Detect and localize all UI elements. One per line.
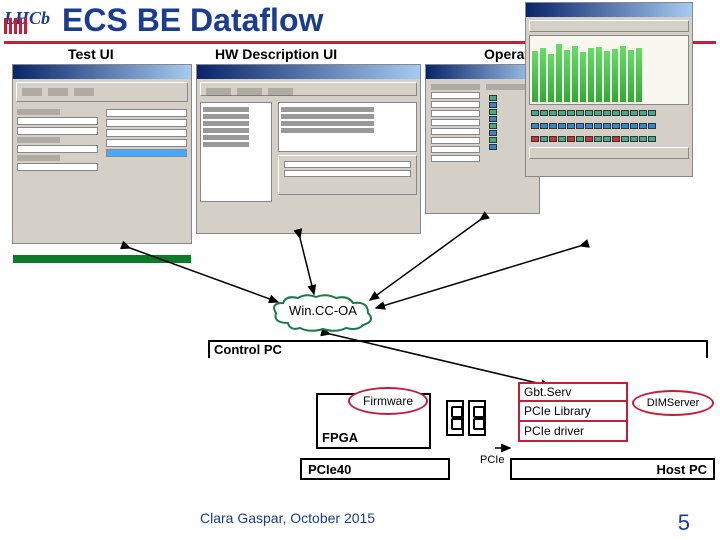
operation-ui-screenshot-2 [525,2,693,177]
cloud-label: Win.CC-OA [268,303,378,318]
control-pc-box: Control PC [208,340,708,358]
page-number: 5 [678,510,690,536]
hw-ui-label: HW Description UI [215,46,337,62]
host-pc-box: Host PC [510,458,715,480]
slide-title: ECS BE Dataflow [62,2,323,39]
gbtserv-box: Gbt.Serv [518,382,628,402]
control-pc-label: Control PC [214,342,282,357]
firmware-oval: Firmware [348,387,428,415]
pcie-driver-box: PCIe driver [518,422,628,442]
pcie-library-box: PCIe Library [518,402,628,422]
fpga-label: FPGA [322,430,358,445]
dimserver-oval: DIMServer [632,390,714,416]
pcie-bus-label: PCIe [480,454,504,466]
pcie-connector-right [468,400,486,436]
operation-ui-screenshot-1 [425,64,540,214]
lhcb-logo: LHCb [4,8,56,34]
firmware-label: Firmware [363,394,413,408]
driver-stack: Gbt.Serv PCIe Library PCIe driver [518,382,628,442]
footer-author: Clara Gaspar, October 2015 [200,510,375,536]
hw-description-ui-screenshot [196,64,421,234]
pcie-connector-left [446,400,464,436]
test-ui-screenshot [12,64,192,244]
pcie40-box: PCIe40 [300,458,450,480]
test-ui-label: Test UI [68,46,114,62]
dimserver-label: DIMServer [647,397,700,409]
fpga-box: Firmware FPGA [316,393,431,449]
wincc-oa-cloud: Win.CC-OA [268,293,378,333]
host-pc-label: Host PC [656,462,707,477]
pcie40-label: PCIe40 [308,462,351,477]
